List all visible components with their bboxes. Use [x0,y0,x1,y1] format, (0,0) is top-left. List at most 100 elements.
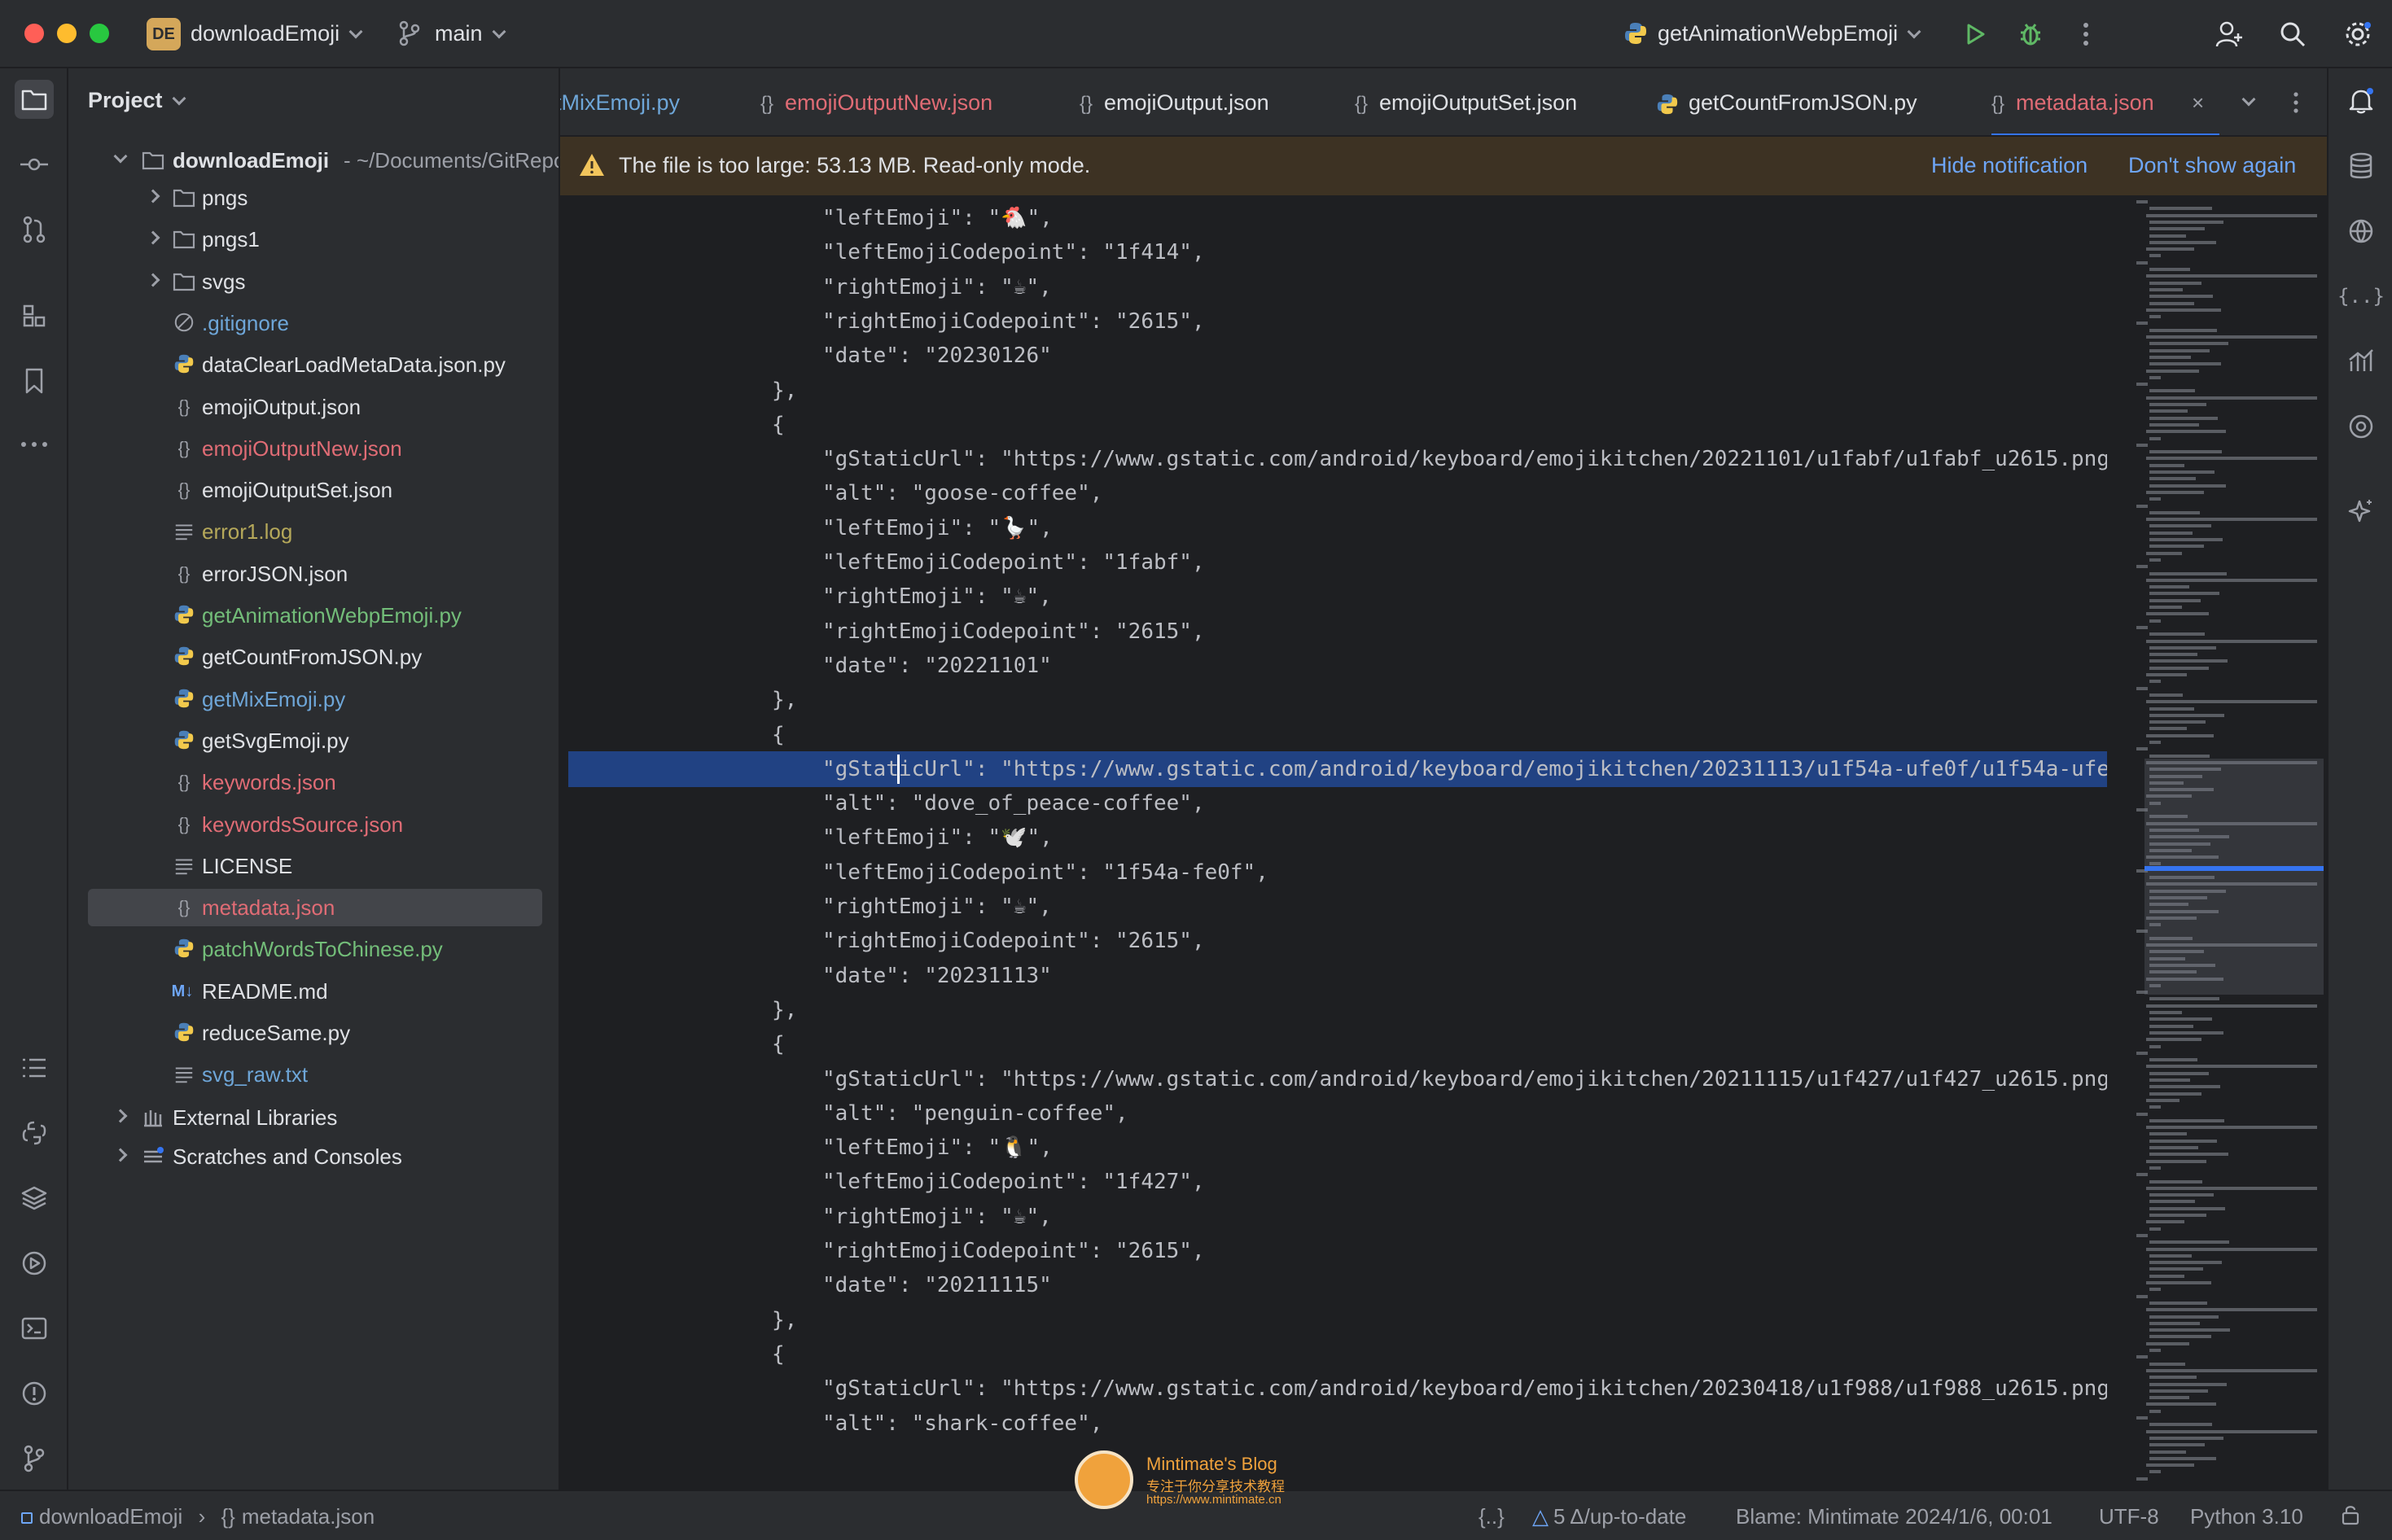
tab-emojioutputnew[interactable]: {} emojiOutputNew.json [760,68,992,135]
tree-file[interactable]: {} emojiOutputSet.json [88,471,552,509]
branch-switcher[interactable]: main [435,21,506,46]
dont-show-again-link[interactable]: Don't show again [2128,153,2296,178]
python-icon [173,688,195,711]
bookmarks-tool-button[interactable] [15,361,54,400]
breadcrumb-file[interactable]: metadata.json [242,1504,375,1529]
structure-tool-button[interactable] [15,296,54,335]
project-badge[interactable]: DE [147,18,181,50]
tree-folder[interactable]: pngs1 [88,221,552,258]
tree-file[interactable]: {} emojiOutput.json [88,388,552,426]
tree-external-libraries[interactable]: External Libraries [88,1099,552,1136]
tree-file[interactable]: reduceSame.py [88,1014,552,1052]
debug-button[interactable] [2013,16,2048,52]
ai-assistant-tool-button[interactable] [2342,492,2381,531]
commit-tool-button[interactable] [15,145,54,184]
minimap-line [2149,422,2199,427]
git-blame-status[interactable]: Blame: Mintimate 2024/1/6, 00:01 [1736,1504,2052,1529]
tabs-dropdown-button[interactable] [2231,85,2267,120]
layers-tool-button[interactable] [15,1179,54,1218]
problems-tool-button[interactable] [15,1374,54,1413]
run-config-name: getAnimationWebpEmoji [1658,21,1899,46]
git-tool-button[interactable] [15,1439,54,1478]
minimap-line [2146,457,2317,461]
close-window-button[interactable] [24,24,44,43]
hide-notification-link[interactable]: Hide notification [1931,153,2088,178]
database-tool-button[interactable] [2342,147,2381,186]
tree-file[interactable]: getCountFromJSON.py [88,638,552,676]
tree-file[interactable]: svg_raw.txt [88,1056,552,1093]
code-with-me-button[interactable] [2211,16,2247,52]
coverage-tool-button[interactable] [2342,407,2381,446]
tree-folder[interactable]: pngs [88,179,552,217]
breadcrumb-root[interactable]: downloadEmoji [39,1504,182,1529]
tree-file[interactable]: {} emojiOutputNew.json [88,430,552,467]
tree-file[interactable]: LICENSE [88,847,552,885]
tree-file[interactable]: dataClearLoadMetaData.json.py [88,346,552,383]
settings-button[interactable] [2340,16,2376,52]
tree-folder[interactable]: svgs [88,263,552,300]
code-editor[interactable]: "leftEmoji": "🐔", "leftEmojiCodepoint": "… [560,197,2107,1490]
zoom-window-button[interactable] [90,24,109,43]
project-switcher[interactable]: downloadEmoji [191,21,363,46]
tree-file[interactable]: getSvgEmoji.py [88,722,552,759]
code-minimap[interactable] [2107,197,2327,1490]
terminal-tool-button[interactable] [15,1309,54,1348]
tree-file[interactable]: M↓ README.md [88,973,552,1010]
file-encoding[interactable]: UTF-8 [2099,1504,2159,1529]
search-everywhere-button[interactable] [2275,16,2311,52]
tree-file[interactable]: {} errorJSON.json [88,555,552,593]
services-tool-button[interactable] [15,1244,54,1283]
minimap-line [2146,518,2317,522]
tabs-more-button[interactable] [2278,85,2314,120]
minimap-line [2149,558,2161,562]
todo-tool-button[interactable] [15,1048,54,1087]
json-icon: {} [221,1504,235,1529]
vcs-status[interactable]: △ 5 Δ/up-to-date [1532,1504,1686,1529]
minimize-window-button[interactable] [57,24,77,43]
tree-file[interactable]: {} keywordsSource.json [88,806,552,843]
tree-file[interactable]: getMixEmoji.py [88,680,552,718]
json-structure-widget[interactable]: {..} [1479,1504,1505,1529]
minimap-viewport[interactable] [2144,759,2324,995]
tree-file[interactable]: {} metadata.json [88,889,542,927]
tab-emojioutputset[interactable]: {} emojiOutputSet.json [1355,68,1578,135]
tab-getcountfromjson[interactable]: getCountFromJSON.py [1656,68,1917,135]
chevron-right-icon [113,1109,128,1123]
python-interpreter[interactable]: Python 3.10 [2190,1504,2303,1529]
ai-globe-tool-button[interactable] [2342,212,2381,251]
more-actions-button[interactable] [2068,16,2104,52]
code-text: "leftEmojiCodepoint": "1f427", [822,1170,1205,1195]
project-tool-button[interactable] [15,80,54,119]
external-libraries-label: External Libraries [173,1105,338,1130]
profiler-tool-button[interactable] [2342,342,2381,381]
run-configuration-selector[interactable]: getAnimationWebpEmoji [1658,21,1921,46]
watermark-url: https://www.mintimate.cn [1146,1493,1281,1507]
tab-metadata-active[interactable]: {} metadata.json × [1991,68,2219,135]
tree-scratches-and-consoles[interactable]: Scratches and Consoles [88,1138,552,1175]
tree-root-folder[interactable]: downloadEmoji - ~/Documents/GitRepo [88,142,559,179]
close-tab-icon[interactable]: × [2192,68,2204,135]
python-packages-tool-button[interactable] [15,1113,54,1153]
read-only-lock-icon[interactable] [2340,1504,2361,1531]
json-path-tool-button[interactable]: {..} [2337,277,2385,316]
tree-file[interactable]: getAnimationWebpEmoji.py [88,597,552,634]
minimap-line [2136,1173,2148,1177]
tab-getmixemoji[interactable]: tMixEmoji.py [560,68,680,135]
tab-emojioutput[interactable]: {} emojiOutput.json [1080,68,1269,135]
tab-label: emojiOutputSet.json [1379,90,1578,115]
more-tool-windows-button[interactable] [15,425,54,464]
pull-requests-tool-button[interactable] [15,210,54,249]
tree-file[interactable]: .gitignore [88,304,552,342]
tree-file[interactable]: {} keywords.json [88,763,552,801]
minimap-line [2149,1017,2212,1022]
code-line-selected: "gStaticUrl": "https://www.gstatic.com/a… [568,750,2107,787]
tree-file[interactable]: error1.log [88,513,552,550]
notifications-tool-button[interactable] [2342,81,2381,120]
minimap-line [2146,308,2221,312]
minimap-line [2149,497,2161,501]
project-view-selector[interactable]: Project [88,88,186,113]
tree-file[interactable]: patchWordsToChinese.py [88,930,552,968]
minimap-line [2149,645,2216,650]
minimap-line [2149,362,2221,366]
run-button[interactable] [1957,16,1993,52]
